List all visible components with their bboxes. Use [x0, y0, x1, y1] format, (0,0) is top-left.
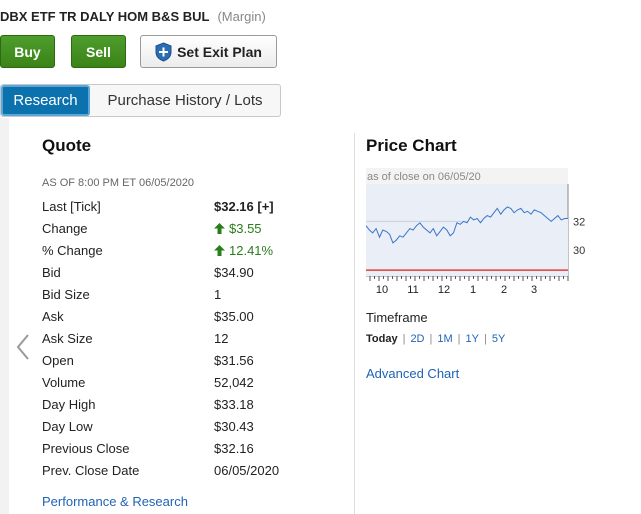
advanced-chart-link[interactable]: Advanced Chart [366, 366, 459, 381]
quote-value: $35.00 [214, 309, 254, 324]
separator: | [429, 333, 433, 345]
change-value: $3.55 [229, 221, 262, 236]
timeframe-5y[interactable]: 5Y [492, 333, 505, 345]
pct-change-value: 12.41% [229, 243, 274, 258]
quote-row-volume: Volume 52,042 [42, 375, 292, 397]
separator: | [402, 333, 406, 345]
quote-label: Ask Size [42, 331, 93, 346]
timeframe-label: Timeframe [366, 310, 428, 325]
chevron-left-icon[interactable] [14, 333, 32, 361]
set-exit-plan-label: Set Exit Plan [177, 43, 262, 60]
quote-label: Day Low [42, 419, 93, 434]
quote-label: Change [42, 221, 88, 236]
arrow-up-icon [214, 223, 225, 234]
quote-value: $31.56 [214, 353, 254, 368]
quote-value: $30.43 [214, 419, 254, 434]
arrow-up-icon [214, 245, 225, 256]
left-gutter [0, 118, 9, 514]
timeframe-today[interactable]: Today [366, 333, 398, 345]
shield-plus-icon [155, 41, 172, 62]
timeframe-1y[interactable]: 1Y [466, 333, 479, 345]
quote-row-bid-size: Bid Size 1 [42, 287, 292, 309]
separator: | [457, 333, 461, 345]
timeframe-1m[interactable]: 1M [437, 333, 452, 345]
quote-label: Last [Tick] [42, 199, 101, 214]
quote-row-change: Change $3.55 [42, 221, 292, 243]
quote-label: Volume [42, 375, 86, 390]
action-buttons: Buy Sell Set Exit Plan [0, 35, 277, 68]
quote-row-day-low: Day Low $30.43 [42, 419, 292, 441]
quote-row-pct-change: % Change 12.41% [42, 243, 292, 265]
quote-value: $33.18 [214, 397, 254, 412]
x-tick-label: 11 [407, 284, 418, 296]
quote-label: Day High [42, 397, 96, 412]
quote-row-ask-size: Ask Size 12 [42, 331, 292, 353]
timeframe-2d[interactable]: 2D [410, 333, 424, 345]
quote-value: 1 [214, 287, 222, 302]
set-exit-plan-button[interactable]: Set Exit Plan [140, 35, 277, 68]
security-title: DBX ETF TR DALY HOM B&S BUL [0, 9, 210, 24]
quote-value: 52,042 [214, 375, 254, 390]
quote-row-open: Open $31.56 [42, 353, 292, 375]
quote-row-previous-close: Previous Close $32.16 [42, 441, 292, 463]
margin-label: (Margin) [217, 9, 266, 24]
quote-row-last: Last [Tick] $32.16 [+] [42, 199, 292, 221]
quote-as-of: AS OF 8:00 PM ET 06/05/2020 [42, 177, 195, 189]
quote-label: Bid Size [42, 287, 90, 302]
tab-research[interactable]: Research [1, 85, 90, 116]
quote-value: 06/05/2020 [214, 463, 280, 478]
quote-label: Bid [42, 265, 61, 280]
tab-purchase-history-lots[interactable]: Purchase History / Lots [90, 85, 280, 116]
price-chart-svg: as of close on 06/05/20 10 11 12 1 2 3 3032 [366, 168, 618, 296]
timeframe-selector: Today | 2D | 1M | 1Y | 5Y [366, 333, 505, 345]
quote-value: $32.16 [214, 441, 254, 456]
y-tick-label: 32 [573, 216, 585, 228]
chart-caption: as of close on 06/05/20 [367, 171, 481, 183]
quote-value: $32.16 [+] [214, 199, 274, 214]
quote-value-pct-change: 12.41% [214, 243, 273, 258]
quote-label: Ask [42, 309, 64, 324]
x-tick-label: 10 [376, 284, 388, 296]
x-tick-label: 3 [531, 284, 537, 296]
buy-button[interactable]: Buy [0, 35, 55, 68]
x-tick-label: 2 [501, 284, 507, 296]
sell-button[interactable]: Sell [71, 35, 126, 68]
quote-row-day-high: Day High $33.18 [42, 397, 292, 419]
quote-label: Previous Close [42, 441, 130, 456]
quote-label: Open [42, 353, 74, 368]
quote-label: % Change [42, 243, 103, 258]
quote-value: $34.90 [214, 265, 254, 280]
x-tick-label: 12 [438, 284, 450, 296]
y-tick-label: 30 [573, 245, 585, 257]
quote-row-bid: Bid $34.90 [42, 265, 292, 287]
quote-value-change: $3.55 [214, 221, 262, 236]
quote-label: Prev. Close Date [42, 463, 140, 478]
quote-value: 12 [214, 331, 229, 346]
view-tabs: Research Purchase History / Lots [0, 84, 281, 117]
quote-title: Quote [42, 136, 92, 155]
column-divider [354, 133, 355, 514]
price-chart-title: Price Chart [366, 136, 457, 155]
separator: | [483, 333, 487, 345]
x-tick-label: 1 [470, 284, 476, 296]
security-header: DBX ETF TR DALY HOM B&S BUL (Margin) [0, 9, 266, 27]
quote-row-prev-close-date: Prev. Close Date 06/05/2020 [42, 463, 292, 485]
price-chart[interactable]: as of close on 06/05/20 10 11 12 1 2 3 30 32 [366, 168, 618, 296]
quote-row-ask: Ask $35.00 [42, 309, 292, 331]
performance-research-link[interactable]: Performance & Research [42, 494, 188, 509]
